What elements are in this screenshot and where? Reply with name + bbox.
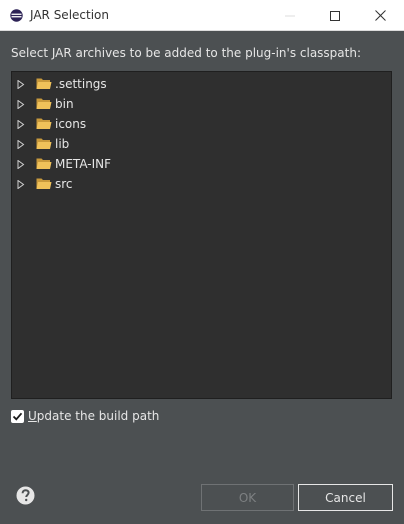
eclipse-icon (10, 9, 23, 22)
minimize-button[interactable] (268, 0, 312, 31)
folder-icon (36, 158, 52, 169)
expand-icon[interactable] (17, 180, 25, 189)
close-button[interactable] (358, 0, 402, 31)
folder-icon (36, 178, 52, 189)
expand-icon[interactable] (17, 80, 25, 89)
folder-icon (36, 78, 52, 89)
folder-icon (36, 118, 52, 129)
jar-tree[interactable]: .settings bin icons lib META-INF src (11, 71, 392, 399)
tree-item-meta-inf[interactable]: META-INF (12, 154, 391, 174)
tree-item-label: icons (55, 117, 87, 131)
title-bar: JAR Selection (0, 0, 404, 31)
update-build-path-label: Update the build path (28, 409, 159, 423)
window-title: JAR Selection (30, 8, 109, 22)
expand-icon[interactable] (17, 160, 25, 169)
tree-item-label: lib (55, 137, 70, 151)
cancel-button[interactable]: Cancel (298, 484, 393, 511)
tree-item-bin[interactable]: bin (12, 94, 391, 114)
ok-button[interactable]: OK (201, 484, 294, 511)
expand-icon[interactable] (17, 120, 25, 129)
mnemonic-letter: U (28, 409, 37, 423)
update-build-path-checkbox[interactable] (11, 410, 24, 423)
update-build-path-option[interactable]: Update the build path (11, 408, 211, 426)
folder-icon (36, 138, 52, 149)
maximize-icon (330, 10, 340, 21)
tree-item-icons[interactable]: icons (12, 114, 391, 134)
folder-icon (36, 98, 52, 109)
checkmark-icon (12, 412, 23, 421)
tree-item-label: src (55, 177, 73, 191)
tree-item-label: bin (55, 97, 74, 111)
tree-item-lib[interactable]: lib (12, 134, 391, 154)
maximize-button[interactable] (313, 0, 357, 31)
tree-item-src[interactable]: src (12, 174, 391, 194)
help-icon[interactable] (16, 486, 35, 505)
label-rest: pdate the build path (36, 409, 160, 423)
close-icon (374, 10, 386, 21)
tree-item-label: .settings (55, 77, 107, 91)
minimize-icon (285, 15, 295, 16)
instruction-label: Select JAR archives to be added to the p… (11, 46, 362, 60)
expand-icon[interactable] (17, 100, 25, 109)
tree-item-label: META-INF (55, 157, 112, 171)
expand-icon[interactable] (17, 140, 25, 149)
tree-item-settings[interactable]: .settings (12, 74, 391, 94)
